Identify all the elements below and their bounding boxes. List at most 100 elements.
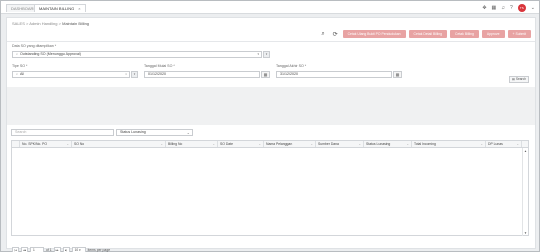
- grid-search-input[interactable]: Search: [11, 129, 114, 136]
- scroll-down-icon[interactable]: ▼: [524, 231, 527, 235]
- bell-icon[interactable]: ♫: [501, 5, 505, 11]
- status-select-value: Status Lunasing: [120, 130, 146, 134]
- page-input[interactable]: 1: [30, 247, 44, 252]
- search-icon: ▤: [511, 77, 515, 81]
- pagination: |◂ ◂◂ 1 of 1 ▸▸ ▸| 10 ▾ items per page: [12, 247, 110, 252]
- column-header[interactable]: DP Lunas ⌄: [486, 141, 522, 147]
- select-all-column[interactable]: [12, 141, 20, 147]
- print-billing-button[interactable]: Cetak Billing: [450, 30, 479, 38]
- sort-icon: ⌄: [212, 142, 215, 146]
- breadcrumb-admin-handling[interactable]: Admin Handling: [29, 21, 57, 26]
- search-icon[interactable]: ⌕: [319, 31, 328, 38]
- column-header[interactable]: Nama Pelanggan ⌄: [264, 141, 316, 147]
- breadcrumb-current: Maintain Billing: [62, 21, 90, 26]
- breadcrumb-sales[interactable]: SALES: [12, 21, 25, 26]
- sort-icon: ⌄: [160, 142, 163, 146]
- column-label: DP Lunas: [488, 142, 503, 146]
- top-icons: ✥ ▦ ♫ ? TS ⌄: [482, 4, 535, 12]
- tipe-so-label: Tipe SO *: [12, 64, 28, 68]
- table-header: No. SPK/No. PO ⌄ SO No ⌄ Billing No ⌄ SO Da…: [12, 141, 528, 148]
- app-window: DASHBOARD MAINTAIN BILLING × ✥ ▦ ♫ ? TS ⌄…: [0, 0, 540, 252]
- data-so-clear-button[interactable]: ▾: [263, 51, 270, 58]
- column-header[interactable]: SO No ⌄: [72, 141, 166, 147]
- data-so-select[interactable]: ⌕ Outstanding SO (Menunggu Approval) ▾: [12, 51, 262, 58]
- tgl-akhir-value: 31/12/2020: [280, 72, 298, 76]
- sort-icon: ⌄: [358, 142, 361, 146]
- breadcrumb: SALES > Admin Handling > Maintain Billin…: [12, 21, 89, 26]
- column-label: Billing No: [168, 142, 183, 146]
- search-icon: ⌕: [16, 72, 19, 76]
- column-label: No. SPK/No. PO: [22, 142, 48, 146]
- next-page-icon[interactable]: ▸▸: [53, 247, 61, 252]
- first-page-icon[interactable]: |◂: [12, 247, 19, 252]
- refresh-icon[interactable]: ⟳: [331, 31, 340, 38]
- column-label: Status Lunasing: [366, 142, 391, 146]
- tab-label: DASHBOARD: [11, 6, 37, 11]
- data-so-label: Data SO yang ditampilkan *: [12, 44, 57, 48]
- grid-search-placeholder: Search: [15, 130, 27, 134]
- page-of-label: of 1: [46, 248, 52, 252]
- avatar[interactable]: TS: [517, 4, 526, 12]
- sort-icon: ⌄: [516, 142, 519, 146]
- submit-button[interactable]: + Submit: [507, 30, 531, 38]
- breadcrumb-separator: >: [58, 21, 61, 26]
- chevron-down-icon: ⌄: [186, 130, 190, 135]
- column-label: Nama Pelanggan: [266, 142, 293, 146]
- vertical-scrollbar[interactable]: ▲ ▼: [522, 148, 528, 236]
- tgl-mulai-input[interactable]: 01/12/2020: [144, 71, 260, 78]
- column-header[interactable]: SO Date ⌄: [218, 141, 264, 147]
- per-page-value: 10: [74, 248, 79, 252]
- tgl-akhir-input[interactable]: 31/12/2020: [276, 71, 392, 78]
- tab-maintain-billing[interactable]: MAINTAIN BILLING ×: [34, 4, 86, 12]
- help-icon[interactable]: ?: [510, 5, 513, 11]
- tipe-so-value: All: [20, 72, 25, 76]
- top-bar: DASHBOARD MAINTAIN BILLING × ✥ ▦ ♫ ? TS ⌄: [1, 1, 539, 14]
- column-label: SO No: [74, 142, 85, 146]
- column-header[interactable]: No. SPK/No. PO ⌄: [20, 141, 72, 147]
- sort-icon: ⌄: [310, 142, 313, 146]
- print-billing-detail-button[interactable]: Cetak Detail Billing: [408, 30, 448, 38]
- divider: [7, 41, 535, 42]
- tipe-so-select[interactable]: ⌕ All ×: [12, 71, 130, 78]
- column-label: Total Incoming: [414, 142, 436, 146]
- per-page-select[interactable]: 10 ▾: [71, 247, 86, 252]
- tab-label: MAINTAIN BILLING: [39, 6, 75, 11]
- prev-page-icon[interactable]: ◂◂: [21, 247, 28, 252]
- per-page-label: items per page: [87, 248, 111, 252]
- clear-icon[interactable]: ×: [125, 72, 127, 77]
- approve-button[interactable]: Approve: [481, 30, 505, 38]
- status-lunasing-select[interactable]: Status Lunasing ⌄: [116, 129, 193, 136]
- close-icon[interactable]: ×: [78, 6, 80, 11]
- data-so-value: Outstanding SO (Menunggu Approval): [20, 52, 81, 56]
- tgl-mulai-value: 01/12/2020: [148, 72, 166, 76]
- move-icon[interactable]: ✥: [482, 5, 486, 11]
- column-header[interactable]: Status Lunasing ⌄: [364, 141, 412, 147]
- tgl-akhir-label: Tanggal Akhir SO *: [276, 64, 307, 68]
- chevron-down-icon: ▾: [257, 52, 259, 56]
- last-page-icon[interactable]: ▸|: [62, 247, 70, 252]
- column-header[interactable]: Total Incoming ⌄: [412, 141, 486, 147]
- sort-icon: ⌄: [480, 142, 483, 146]
- tipe-so-dropdown-button[interactable]: ▾: [131, 71, 138, 78]
- sort-icon: ⌄: [406, 142, 409, 146]
- reprint-po-button[interactable]: Cetak Ulang Bukti PO Pendudukan: [342, 30, 406, 38]
- sort-icon: ⌄: [66, 142, 69, 146]
- sort-icon: ⌄: [258, 142, 261, 146]
- calendar-icon[interactable]: ▦: [261, 71, 270, 78]
- column-label: SO Date: [220, 142, 234, 146]
- filter-panel-spacer: [7, 87, 535, 125]
- column-header[interactable]: Sumber Dana ⌄: [316, 141, 364, 147]
- chevron-down-icon[interactable]: ⌄: [531, 5, 535, 11]
- tgl-mulai-label: Tanggal Mulai SO *: [144, 64, 175, 68]
- search-icon: ⌕: [16, 52, 19, 56]
- main-card: SALES > Admin Handling > Maintain Billin…: [6, 17, 536, 252]
- search-button[interactable]: ▤ Search: [508, 76, 529, 83]
- calendar-icon[interactable]: ▦: [393, 71, 402, 78]
- grid-icon[interactable]: ▦: [492, 5, 497, 11]
- billing-table: No. SPK/No. PO ⌄ SO No ⌄ Billing No ⌄ SO Da…: [11, 140, 529, 236]
- column-label: Sumber Dana: [318, 142, 339, 146]
- scroll-up-icon[interactable]: ▲: [524, 149, 527, 153]
- search-button-label: Search: [515, 77, 526, 81]
- column-header[interactable]: Billing No ⌄: [166, 141, 218, 147]
- toolbar: ⌕ ⟳ Cetak Ulang Bukti PO Pendudukan Ceta…: [319, 30, 531, 38]
